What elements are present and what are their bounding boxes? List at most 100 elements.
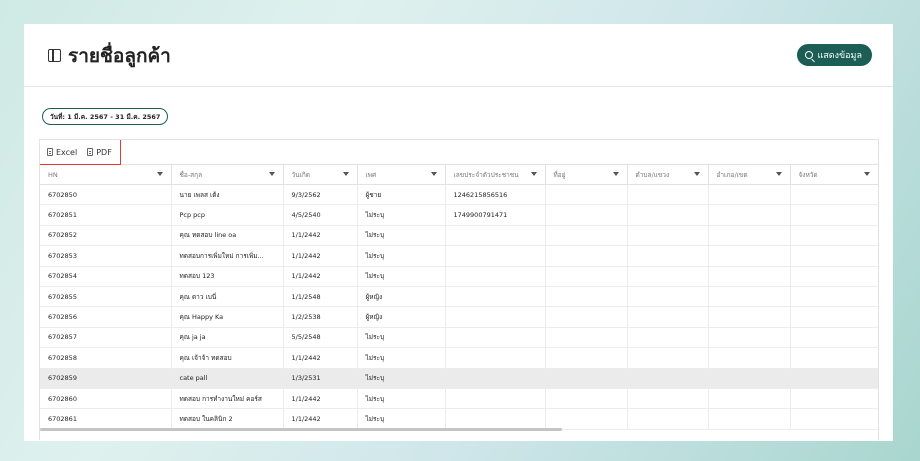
table-cell (445, 306, 546, 328)
table-cell: 1246215856516 (445, 184, 546, 206)
table-cell: ทดสอบ การทำงานใหม่ คอร์ส (171, 388, 284, 410)
horizontal-scrollbar[interactable] (40, 428, 562, 431)
table-cell (627, 286, 709, 308)
filter-dropdown-icon[interactable] (775, 172, 782, 176)
table-cell (627, 266, 709, 287)
table-cell (790, 408, 878, 430)
column-header[interactable]: ชื่อ-สกุล (171, 164, 284, 185)
filter-dropdown-icon[interactable] (430, 172, 437, 176)
table-cell (708, 408, 791, 430)
column-header-label: อำเภอ/เขต (716, 170, 748, 179)
table-cell: 6702855 (40, 286, 172, 308)
table-cell (708, 306, 791, 328)
table-cell (545, 204, 628, 226)
table-cell (627, 184, 709, 206)
table-cell (545, 388, 628, 410)
table-cell (790, 368, 878, 389)
column-header-label: ตำบล/แขวง (635, 170, 670, 179)
table-cell (790, 388, 878, 410)
table-row[interactable]: 6702860 ทดสอบ การทำงานใหม่ คอร์ส 1/1/2442 ไ… (40, 388, 878, 410)
filter-dropdown-icon[interactable] (156, 172, 163, 176)
pdf-label: PDF (96, 147, 112, 157)
date-range-filter[interactable]: วันที่: 1 มี.ค. 2567 - 31 มี.ค. 2567 (42, 108, 169, 125)
table-row[interactable]: 6702852 คุณ ทดสอบ line oa 1/1/2442 ไม่ระบุ (40, 225, 878, 247)
table-cell (545, 184, 628, 206)
column-header[interactable]: เลขประจำตัวประชาชน (445, 164, 546, 185)
export-excel-button[interactable]: Excel (47, 148, 77, 157)
table-cell (545, 286, 628, 308)
table-cell (445, 245, 546, 267)
table-cell: cate pall (171, 368, 284, 389)
show-data-button[interactable]: แสดงข้อมูล (797, 44, 872, 66)
table-cell (790, 245, 878, 267)
table-row[interactable]: 6702854 ทดสอบ 123 1/1/2442 ไม่ระบุ (40, 266, 878, 287)
column-header-label: ชื่อ-สกุล (179, 170, 203, 179)
table-cell (627, 225, 709, 247)
table-cell (627, 408, 709, 430)
table-cell (545, 327, 628, 349)
table-cell (445, 408, 546, 430)
column-header[interactable]: ที่อยู่ (545, 164, 628, 185)
table-cell (708, 184, 791, 206)
filter-dropdown-icon[interactable] (863, 172, 870, 176)
table-cell: 6702859 (40, 368, 172, 389)
table-row[interactable]: 6702856 คุณ Happy Ka 1/2/2538 ผู้หญิง (40, 306, 878, 328)
table-cell (708, 327, 791, 349)
table-cell: 1/1/2442 (283, 347, 358, 369)
date-range-label: วันที่: 1 มี.ค. 2567 - 31 มี.ค. 2567 (50, 112, 161, 121)
table-cell (790, 184, 878, 206)
table-cell: คุณ Happy Ka (171, 306, 284, 328)
table-cell: ไม่ระบุ (357, 368, 446, 389)
table-row[interactable]: 6702855 คุณ ดาว เบนี่ 1/1/2548 ผู้หญิง (40, 286, 878, 308)
column-header-label: ที่อยู่ (553, 170, 566, 179)
column-header-label: เลขประจำตัวประชาชน (453, 170, 519, 179)
table-cell: 6702861 (40, 408, 172, 430)
table-cell (545, 306, 628, 328)
column-header[interactable]: อำเภอ/เขต (708, 164, 791, 185)
column-header-label: HN (48, 170, 58, 179)
table-cell: 1/1/2548 (283, 286, 358, 308)
table-row[interactable]: 6702859 cate pall 1/3/2531 ไม่ระบุ (40, 368, 878, 389)
filter-dropdown-icon[interactable] (612, 172, 619, 176)
column-header[interactable]: HN (40, 164, 172, 185)
table-cell: 1/1/2442 (283, 225, 358, 247)
table-cell (445, 368, 546, 389)
table-row[interactable]: 6702853 ทดสอบการเพิ่มใหม่ การเพิ่ม... 1/1/… (40, 245, 878, 267)
table-cell: ทดสอบ 123 (171, 266, 284, 287)
table-cell (790, 204, 878, 226)
table-cell: Pcp pcp (171, 204, 284, 226)
table-cell: 1/3/2531 (283, 368, 358, 389)
table-cell (790, 327, 878, 349)
table-cell (627, 204, 709, 226)
filter-dropdown-icon[interactable] (268, 172, 275, 176)
export-pdf-button[interactable]: PDF (87, 148, 112, 157)
filter-dropdown-icon[interactable] (530, 172, 537, 176)
table-cell (445, 347, 546, 369)
table-cell: 6702860 (40, 388, 172, 410)
table-cell: ไม่ระบุ (357, 245, 446, 267)
column-header[interactable]: เพศ (357, 164, 446, 185)
table-cell (708, 286, 791, 308)
column-header[interactable]: วันเกิด (283, 164, 358, 185)
table-cell (790, 266, 878, 287)
table-row[interactable]: 6702857 คุณ ja ja 5/5/2548 ไม่ระบุ (40, 327, 878, 349)
table-cell (708, 368, 791, 389)
column-header[interactable]: ตำบล/แขวง (627, 164, 709, 185)
table-cell (445, 388, 546, 410)
table-cell: คุณ ทดสอบ line oa (171, 225, 284, 247)
table-cell: 1749900791471 (445, 204, 546, 226)
table-cell (627, 388, 709, 410)
table-cell: คุณ ดาว เบนี่ (171, 286, 284, 308)
table-cell (627, 306, 709, 328)
excel-label: Excel (56, 147, 78, 157)
table-row[interactable]: 6702858 คุณ เจ้าจ้า ทดสอบ 1/1/2442 ไม่ระบุ (40, 347, 878, 369)
table-cell: 9/3/2562 (283, 184, 358, 206)
filter-dropdown-icon[interactable] (342, 172, 349, 176)
filter-dropdown-icon[interactable] (693, 172, 700, 176)
table-row[interactable]: 6702850 นาย เพลส เต้ง 9/3/2562 ผู้ชาย 124621… (40, 184, 878, 206)
table-cell (545, 225, 628, 247)
table-row[interactable]: 6702851 Pcp pcp 4/5/2540 ไม่ระบุ 17499007914… (40, 204, 878, 226)
column-header[interactable]: จังหวัด (790, 164, 878, 185)
table-cell: คุณ เจ้าจ้า ทดสอบ (171, 347, 284, 369)
table-row[interactable]: 6702861 ทดสอบ ในคลินิก 2 1/1/2442 ไม่ระบุ (40, 408, 878, 430)
